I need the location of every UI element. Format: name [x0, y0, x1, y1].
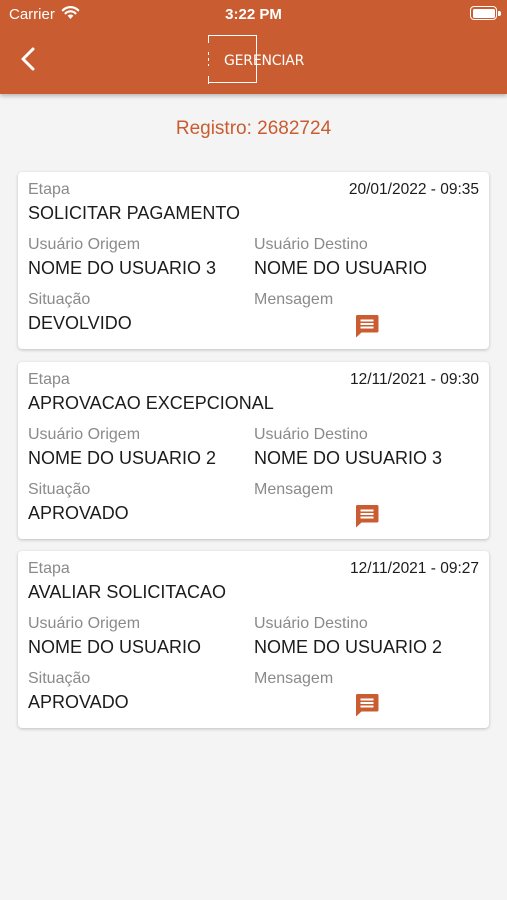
page-title: Registro: 2682724: [175, 118, 332, 139]
mensagem-label: Mensagem: [254, 291, 334, 308]
history-card: Etapa 20/01/2022 - 09:35 SOLICITAR PAGAMEN…: [18, 172, 489, 349]
etapa-value: SOLICITAR PAGAMENTO: [28, 203, 241, 223]
chevron-left-icon: [21, 47, 35, 71]
usuario-destino-value: NOME DO USUARIO 2: [254, 637, 443, 657]
datetime: 12/11/2021 - 09:27: [350, 560, 479, 577]
situacao-label: Situação: [28, 670, 91, 687]
message-icon[interactable]: [354, 503, 380, 529]
history-card: Etapa 12/11/2021 - 09:27 AVALIAR SOLICITAC…: [18, 551, 489, 728]
situacao-value: APROVADO: [28, 503, 129, 523]
datetime: 12/11/2021 - 09:30: [350, 371, 479, 388]
etapa-value: APROVACAO EXCEPCIONAL: [28, 393, 274, 413]
battery-tip: [498, 11, 501, 16]
situacao-value: APROVADO: [28, 692, 129, 712]
usuario-origem-label: Usuário Origem: [28, 426, 141, 443]
situacao-label: Situação: [28, 291, 91, 308]
situacao-label: Situação: [28, 481, 91, 498]
usuario-destino-label: Usuário Destino: [254, 615, 368, 632]
usuario-destino-value: NOME DO USUARIO: [254, 258, 428, 278]
usuario-destino-value: NOME DO USUARIO 3: [254, 448, 443, 468]
etapa-label: Etapa: [28, 371, 70, 388]
logo-text: GERENCIAR: [224, 53, 305, 69]
mensagem-label: Mensagem: [254, 481, 334, 498]
battery-icon: [470, 6, 497, 20]
clock: 3:22 PM: [225, 6, 282, 23]
usuario-destino-label: Usuário Destino: [254, 426, 368, 443]
usuario-origem-label: Usuário Origem: [28, 236, 141, 253]
situacao-value: DEVOLVIDO: [28, 313, 132, 333]
etapa-label: Etapa: [28, 560, 70, 577]
message-icon[interactable]: [354, 692, 380, 718]
etapa-value: AVALIAR SOLICITACAO: [28, 582, 227, 602]
status-bar: Carrier 3:22 PM: [0, 0, 507, 28]
datetime: 20/01/2022 - 09:35: [348, 181, 479, 198]
usuario-origem-value: NOME DO USUARIO: [28, 637, 202, 657]
usuario-destino-label: Usuário Destino: [254, 236, 368, 253]
etapa-label: Etapa: [28, 181, 70, 198]
usuario-origem-value: NOME DO USUARIO 3: [28, 258, 217, 278]
message-icon[interactable]: [354, 313, 380, 339]
usuario-origem-label: Usuário Origem: [28, 615, 141, 632]
mensagem-label: Mensagem: [254, 670, 334, 687]
history-card: Etapa 12/11/2021 - 09:30 APROVACAO EXCEPCI…: [18, 362, 489, 539]
back-button[interactable]: [14, 44, 44, 74]
header-bar: Carrier 3:22 PM GERENCIAR: [0, 0, 507, 94]
usuario-origem-value: NOME DO USUARIO 2: [28, 448, 217, 468]
